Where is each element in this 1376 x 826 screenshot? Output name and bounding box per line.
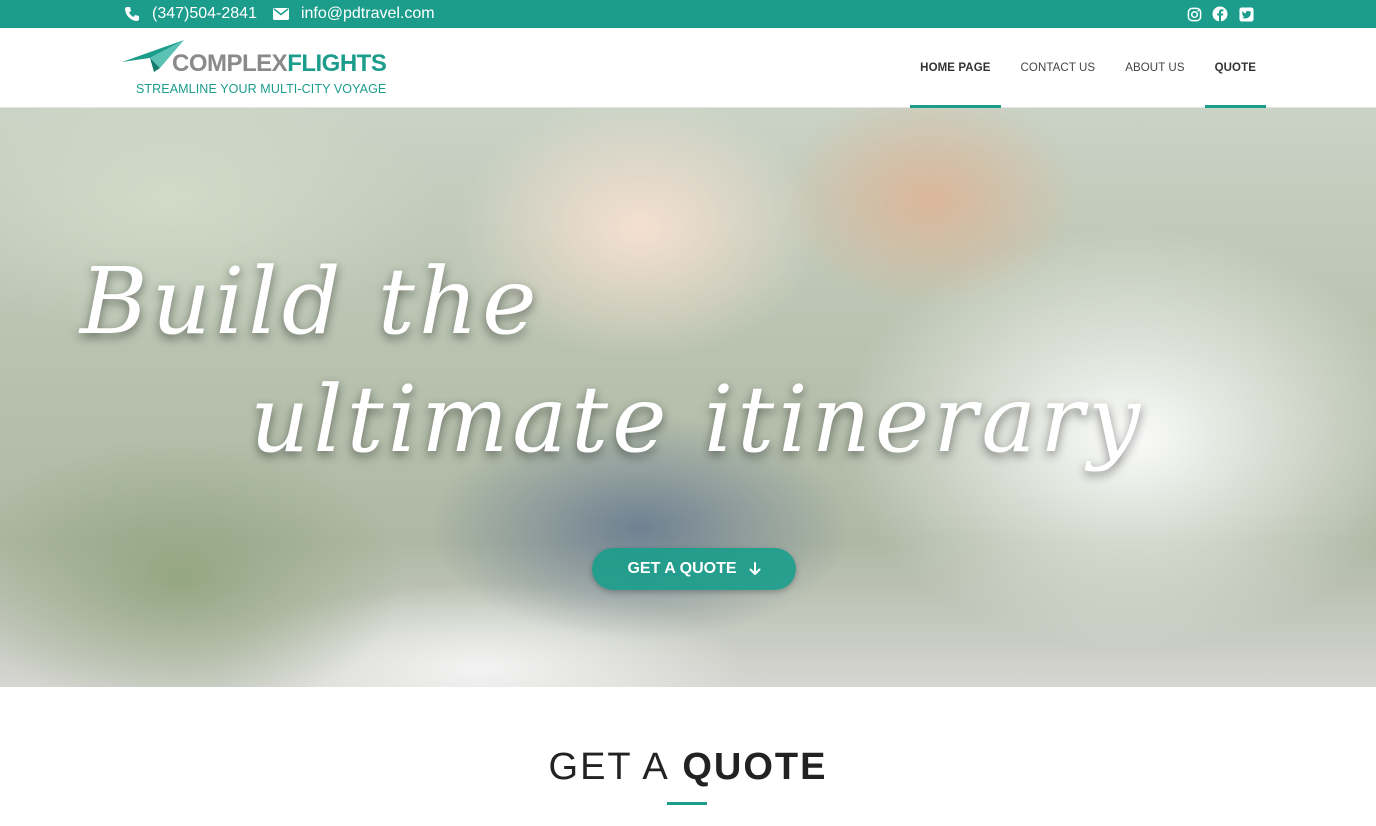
section-title: GET A QUOTE (0, 746, 1376, 789)
twitter-icon[interactable] (1238, 6, 1254, 22)
email-address[interactable]: info@pdtravel.com (301, 5, 435, 23)
contact-info: (347)504-2841 info@pdtravel.com (124, 0, 451, 28)
top-bar: (347)504-2841 info@pdtravel.com (0, 0, 1376, 28)
hero-headline-line1: Build the (80, 248, 541, 355)
arrow-down-icon (749, 562, 761, 575)
nav-home-page[interactable]: HOME PAGE (910, 28, 1001, 108)
logo[interactable]: COMPLEXFLIGHTS STREAMLINE YOUR MULTI-CIT… (120, 38, 390, 98)
nav-about-us[interactable]: ABOUT US (1115, 28, 1194, 108)
email-contact[interactable]: info@pdtravel.com (272, 5, 435, 23)
hero-banner: Build the ultimate itinerary GET A QUOTE (0, 108, 1376, 687)
logo-tagline: STREAMLINE YOUR MULTI-CITY VOYAGE (136, 82, 387, 96)
nav-quote[interactable]: QUOTE (1204, 28, 1267, 108)
section-title-light: GET A (548, 746, 670, 788)
facebook-icon[interactable] (1212, 6, 1228, 22)
envelope-icon (272, 8, 289, 20)
phone-number[interactable]: (347)504-2841 (152, 5, 257, 23)
phone-icon (125, 7, 139, 21)
hero-headline-line2: ultimate itinerary (250, 366, 1145, 473)
section-title-bold: QUOTE (682, 746, 828, 788)
site-header: COMPLEXFLIGHTS STREAMLINE YOUR MULTI-CIT… (0, 28, 1376, 108)
get-a-quote-label: GET A QUOTE (627, 560, 737, 577)
logo-brand: COMPLEXFLIGHTS (172, 50, 387, 78)
logo-brand-flights: FLIGHTS (287, 50, 387, 77)
get-a-quote-button[interactable]: GET A QUOTE (592, 548, 796, 590)
section-divider (667, 802, 707, 805)
phone-contact[interactable]: (347)504-2841 (124, 5, 257, 23)
main-nav: HOME PAGE CONTACT US ABOUT US QUOTE (900, 28, 1267, 108)
nav-contact-us[interactable]: CONTACT US (1011, 28, 1106, 108)
logo-brand-complex: COMPLEX (172, 50, 288, 77)
instagram-icon[interactable] (1186, 6, 1202, 22)
social-links (1186, 0, 1254, 28)
